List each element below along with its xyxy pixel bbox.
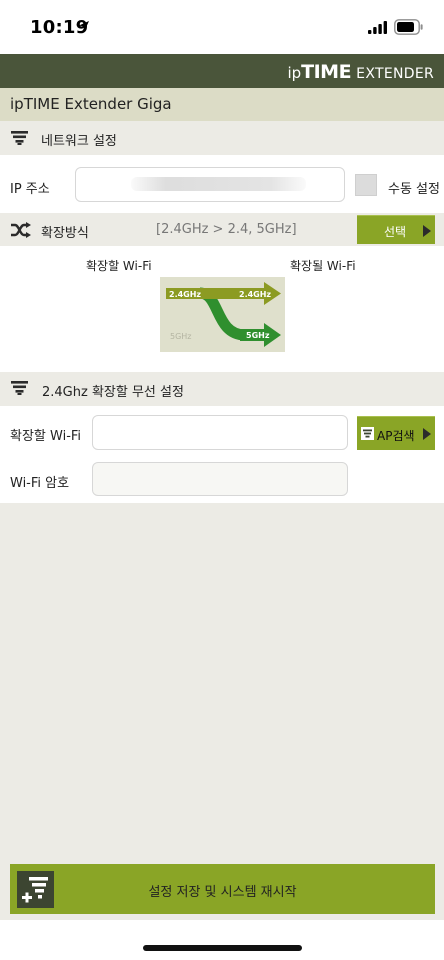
list-menu-icon (11, 381, 28, 395)
target-band-label-1: 2.4GHz (239, 290, 271, 299)
ap-list-icon (361, 427, 374, 440)
extension-diagram-area: 확장할 Wi-Fi 확장될 Wi-Fi 2.4GHz 2.4GHz 5GHz 5… (0, 246, 444, 372)
extension-method-label: 확장방식 (41, 226, 89, 241)
target-band-label-2: 5GHz (246, 331, 270, 340)
ip-label: IP 주소 (10, 182, 50, 197)
wifi-password-input[interactable] (92, 462, 348, 496)
ap-search-button[interactable]: AP검색 (357, 416, 435, 450)
network-section-title: 네트워크 설정 (41, 134, 117, 149)
play-arrow-icon (423, 428, 431, 440)
shuffle-icon (11, 222, 31, 238)
source-wifi-caption: 확장할 Wi-Fi (86, 259, 152, 273)
wifi-password-label: Wi-Fi 암호 (10, 476, 70, 491)
redacted-ip-value (131, 177, 306, 191)
app-header: ipTIME EXTENDER (0, 54, 444, 88)
network-section-header: 네트워크 설정 (0, 121, 444, 155)
select-mode-button[interactable]: 선택 (357, 215, 435, 244)
save-and-restart-button[interactable]: 설정 저장 및 시스템 재시작 (10, 864, 435, 914)
cellular-signal-icon (368, 21, 387, 34)
target-wifi-caption: 확장될 Wi-Fi (290, 259, 356, 273)
home-indicator-area (0, 920, 444, 960)
device-title-bar: ipTIME Extender Giga (0, 88, 444, 121)
location-arrow-icon (79, 21, 89, 31)
wireless-section-title: 2.4Ghz 확장할 무선 설정 (42, 385, 184, 400)
wireless-section-header: 2.4Ghz 확장할 무선 설정 (0, 372, 444, 406)
manual-setting-label: 수동 설정 (388, 182, 440, 197)
wireless-settings-area: 확장할 Wi-Fi AP검색 Wi-Fi 암호 (0, 406, 444, 503)
extend-wifi-input[interactable] (92, 415, 348, 450)
list-menu-icon (11, 131, 28, 145)
play-arrow-icon (423, 225, 431, 237)
device-title: ipTIME Extender Giga (10, 95, 172, 113)
save-and-restart-label: 설정 저장 및 시스템 재시작 (148, 885, 297, 900)
ip-row: IP 주소 수동 설정 (0, 155, 444, 213)
home-indicator[interactable] (143, 945, 302, 951)
extension-mode-value: [2.4GHz > 2.4, 5GHz] (156, 222, 297, 237)
battery-icon (394, 19, 423, 35)
source-band-label: 2.4GHz (169, 290, 201, 299)
extend-wifi-label: 확장할 Wi-Fi (10, 429, 82, 444)
status-bar: 10:19 (0, 0, 444, 54)
inactive-band-label: 5GHz (170, 332, 192, 341)
ip-field-wrap (75, 167, 345, 202)
band-diagram: 2.4GHz 2.4GHz 5GHz 5GHz (160, 277, 285, 352)
manual-setting-checkbox[interactable] (355, 174, 377, 196)
brand-logo: ipTIME EXTENDER (287, 61, 434, 83)
